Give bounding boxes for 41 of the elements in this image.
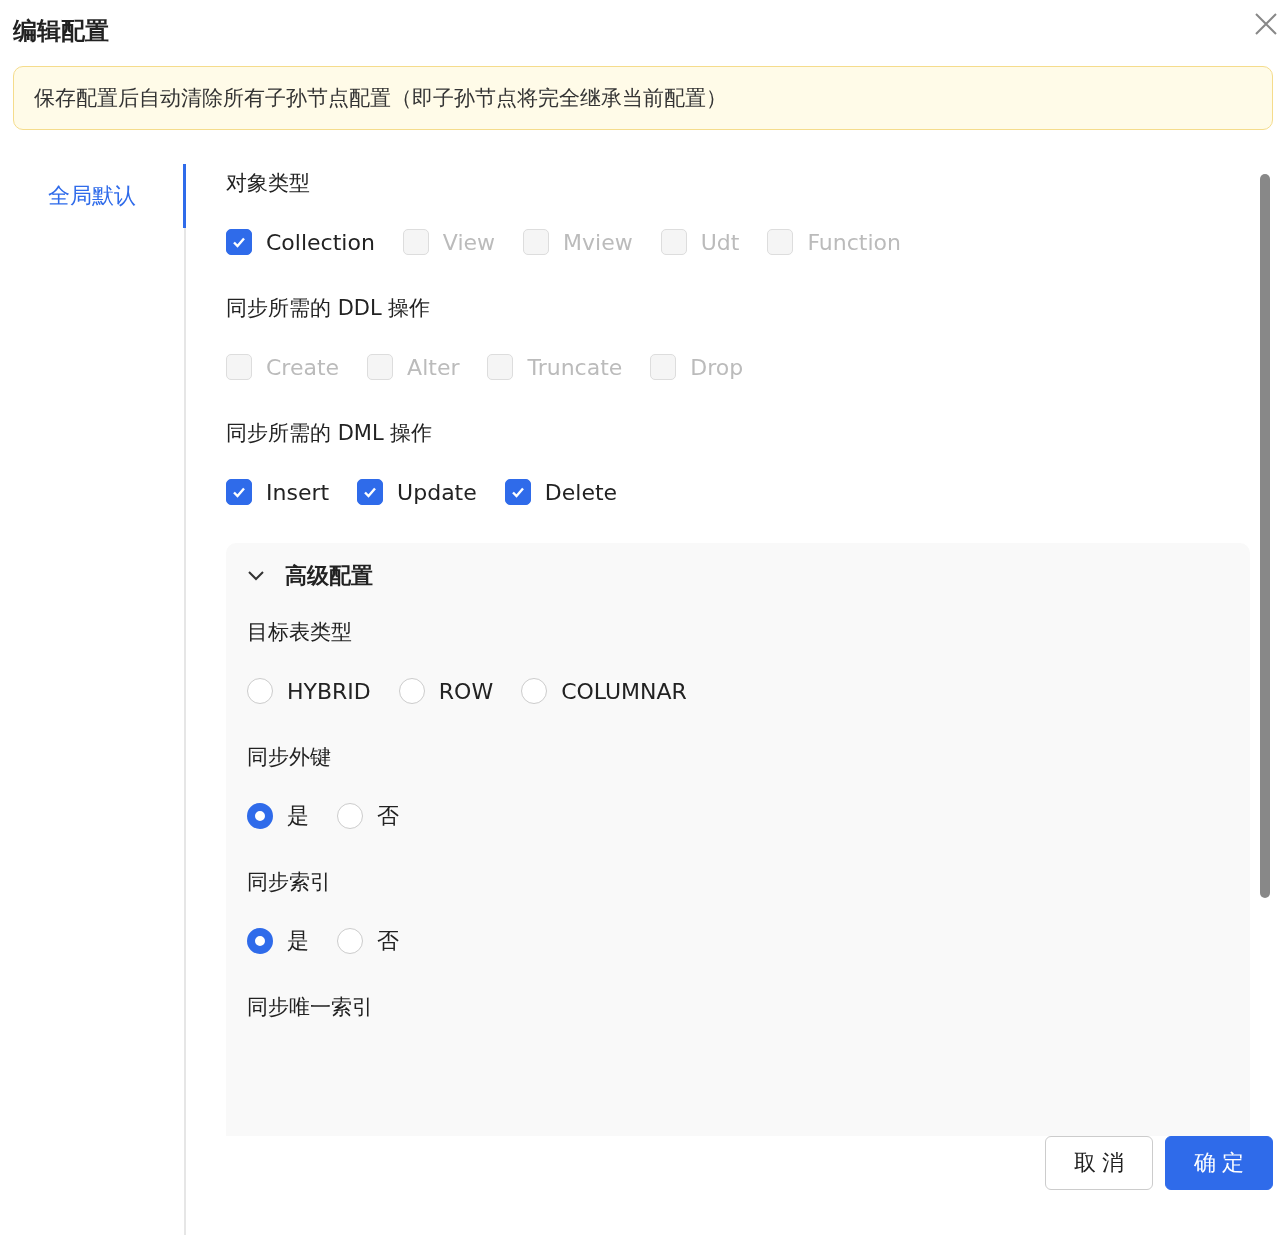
- radio-label: ROW: [438, 678, 494, 704]
- dialog-title: 编辑配置: [13, 16, 109, 47]
- checkbox-label: Drop: [690, 354, 744, 380]
- section-label: 目标表类型: [247, 619, 353, 646]
- checkbox-label: Update: [397, 479, 477, 505]
- checkbox-label: Udt: [700, 229, 740, 255]
- section-label: 同步所需的 DML 操作: [226, 420, 434, 447]
- radio-label: 否: [377, 802, 399, 830]
- notice-banner: 保存配置后自动清除所有子孙节点配置（即子孙节点将完全继承当前配置）: [13, 66, 1273, 130]
- scrollbar-thumb[interactable]: [1260, 174, 1270, 898]
- checkbox[interactable]: [504, 479, 531, 505]
- checkbox-label: Create: [266, 354, 340, 380]
- section-label: 同步外键: [247, 744, 332, 771]
- checkbox-label: View: [442, 229, 496, 255]
- checkbox-label: Insert: [266, 479, 330, 505]
- checkbox[interactable]: [226, 229, 252, 255]
- radio-label: 否: [377, 927, 399, 955]
- checkbox[interactable]: [226, 479, 252, 505]
- checkbox-label: Function: [807, 229, 901, 255]
- section-label: 同步唯一索引: [247, 994, 374, 1021]
- radio-button[interactable]: [247, 928, 273, 954]
- advanced-title[interactable]: 高级配置: [285, 561, 373, 591]
- radio-button[interactable]: [247, 803, 273, 829]
- checkbox-label: Delete: [544, 479, 618, 505]
- radio-label: 是: [287, 927, 309, 955]
- section-label: 同步所需的 DDL 操作: [226, 295, 432, 322]
- close-icon[interactable]: [1255, 13, 1277, 35]
- checkbox-label: Alter: [407, 354, 460, 380]
- checkbox-label: Collection: [266, 229, 375, 255]
- checkbox-label: Mview: [563, 229, 633, 255]
- chevron-icon[interactable]: [247, 570, 265, 582]
- checkbox-label: Truncate: [527, 354, 623, 380]
- section-label: 同步索引: [247, 869, 332, 896]
- checkbox[interactable]: [357, 479, 384, 505]
- section-label: 对象类型: [226, 170, 311, 197]
- radio-label: COLUMNAR: [561, 678, 687, 704]
- radio-label: 是: [287, 802, 309, 830]
- sidebar-item[interactable]: 全局默认: [0, 164, 186, 228]
- cancel-button[interactable]: 取 消: [1045, 1136, 1153, 1190]
- confirm-button[interactable]: 确 定: [1165, 1136, 1273, 1190]
- radio-label: HYBRID: [287, 678, 371, 704]
